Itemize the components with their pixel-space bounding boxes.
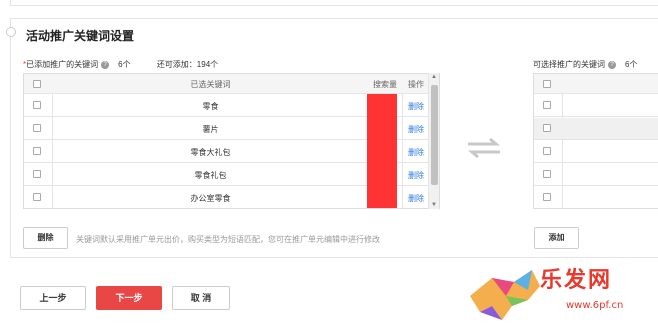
keyword-cell: 零食大礼包 (190, 148, 231, 157)
watermark-url: www.6pf.cn (566, 300, 624, 311)
table-row (534, 187, 658, 208)
next-step-button[interactable]: 下一步 (96, 286, 162, 310)
keyword-cell: 办公室零食 (190, 194, 231, 203)
keyword-cell: 薯片 (202, 125, 219, 134)
row-checkbox[interactable] (543, 170, 551, 178)
row-checkbox[interactable] (33, 193, 41, 201)
table-scrollbar[interactable]: ▲ ▼ (428, 73, 439, 209)
row-checkbox[interactable] (543, 147, 551, 155)
watermark-name: 乐发网 (540, 267, 613, 293)
row-checkbox[interactable] (33, 170, 41, 178)
table-header: 已选关键词 搜索量 操作 (24, 74, 439, 94)
delete-link[interactable]: 删除 (404, 124, 428, 135)
row-checkbox[interactable] (33, 101, 41, 109)
row-checkbox[interactable] (543, 193, 551, 201)
scroll-up-icon[interactable]: ▲ (431, 74, 437, 80)
added-count: 6个 (118, 60, 131, 69)
available-keywords-table (533, 73, 658, 209)
delete-link[interactable]: 删除 (404, 170, 428, 181)
remaining-count: 还可添加：194个 (156, 60, 219, 69)
table-row (534, 164, 658, 186)
help-icon[interactable]: ? (608, 60, 616, 69)
delete-link[interactable]: 删除 (404, 193, 428, 204)
table-row (534, 141, 658, 163)
keyword-cell: 零食 (202, 102, 219, 111)
added-keywords-label: *已添加推广的关键词? 6个 还可添加：194个 (23, 60, 219, 69)
top-border (10, 0, 658, 6)
add-button[interactable]: 添加 (534, 227, 579, 249)
scroll-down-icon[interactable]: ▼ (431, 202, 437, 208)
row-checkbox[interactable] (33, 147, 41, 155)
header-operation: 操作 (408, 80, 424, 89)
step-circle-icon (6, 27, 16, 37)
keyword-cell: 零食礼包 (194, 171, 227, 180)
redacted-search-volume (367, 94, 397, 208)
header-search-volume: 搜索量 (373, 80, 397, 89)
header-keyword: 已选关键词 (190, 80, 231, 89)
swap-arrows-icon[interactable] (466, 136, 502, 160)
cancel-button[interactable]: 取 消 (172, 286, 230, 310)
scroll-thumb[interactable] (431, 85, 438, 185)
prev-step-button[interactable]: 上一步 (20, 286, 86, 310)
available-count: 6个 (625, 60, 638, 69)
row-checkbox[interactable] (543, 124, 551, 132)
table-row (534, 95, 658, 117)
select-all-checkbox[interactable] (33, 80, 41, 88)
help-icon[interactable]: ? (101, 60, 110, 69)
table-header (534, 74, 658, 94)
available-keywords-label: 可选择推广的关键词? 6个 (533, 60, 638, 69)
select-all-checkbox[interactable] (543, 80, 551, 88)
delete-button[interactable]: 删除 (23, 227, 68, 249)
row-checkbox[interactable] (33, 124, 41, 132)
table-row (534, 118, 658, 140)
row-checkbox[interactable] (543, 101, 551, 109)
match-type-hint: 关键词默认采用推广单元出价，购买类型为短语匹配，您可在推广单元编辑中进行修改 (76, 235, 380, 244)
delete-link[interactable]: 删除 (404, 147, 428, 158)
delete-link[interactable]: 删除 (404, 101, 428, 112)
section-title: 活动推广关键词设置 (26, 29, 135, 43)
